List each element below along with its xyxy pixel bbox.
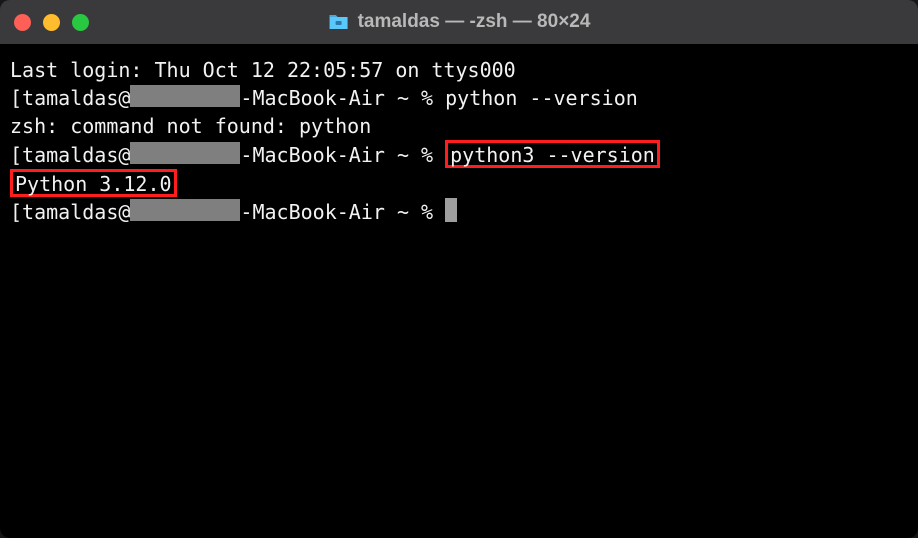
error-line-1: zsh: command not found: python bbox=[10, 112, 908, 140]
prompt-tail: ~ % bbox=[385, 200, 445, 224]
output-line-2: Python 3.12.0 bbox=[10, 169, 908, 198]
prompt-prefix: [tamaldas@ bbox=[10, 86, 130, 110]
command-1: python --version bbox=[445, 86, 638, 110]
close-button[interactable] bbox=[14, 14, 31, 31]
window-title-container: tamaldas — -zsh — 80×24 bbox=[328, 11, 591, 33]
highlight-box-command: python3 --version bbox=[445, 140, 660, 168]
window-title: tamaldas — -zsh — 80×24 bbox=[358, 11, 591, 33]
highlight-box-output: Python 3.12.0 bbox=[10, 169, 177, 197]
traffic-lights bbox=[14, 14, 89, 31]
prompt-tail: ~ % bbox=[385, 86, 445, 110]
redacted-hostname bbox=[130, 85, 240, 107]
prompt-prefix: [tamaldas@ bbox=[10, 200, 130, 224]
terminal-window: tamaldas — -zsh — 80×24 Last login: Thu … bbox=[0, 0, 918, 538]
command-2: python3 --version bbox=[450, 143, 655, 167]
cursor bbox=[445, 198, 457, 222]
prompt-line-2: [tamaldas@ -MacBook-Air ~ % python3 --ver… bbox=[10, 140, 908, 169]
prompt-prefix: [tamaldas@ bbox=[10, 143, 130, 167]
terminal-body[interactable]: Last login: Thu Oct 12 22:05:57 on ttys0… bbox=[0, 44, 918, 538]
prompt-host: -MacBook-Air bbox=[240, 86, 385, 110]
prompt-host: -MacBook-Air bbox=[240, 200, 385, 224]
prompt-line-3: [tamaldas@ -MacBook-Air ~ % bbox=[10, 198, 908, 226]
prompt-host: -MacBook-Air bbox=[240, 143, 385, 167]
maximize-button[interactable] bbox=[72, 14, 89, 31]
minimize-button[interactable] bbox=[43, 14, 60, 31]
folder-icon bbox=[328, 13, 350, 31]
last-login-line: Last login: Thu Oct 12 22:05:57 on ttys0… bbox=[10, 56, 908, 84]
redacted-hostname bbox=[130, 142, 240, 164]
titlebar[interactable]: tamaldas — -zsh — 80×24 bbox=[0, 0, 918, 44]
output-2: Python 3.12.0 bbox=[15, 172, 172, 196]
prompt-tail: ~ % bbox=[385, 143, 445, 167]
redacted-hostname bbox=[130, 199, 240, 221]
prompt-line-1: [tamaldas@ -MacBook-Air ~ % python --vers… bbox=[10, 84, 908, 112]
